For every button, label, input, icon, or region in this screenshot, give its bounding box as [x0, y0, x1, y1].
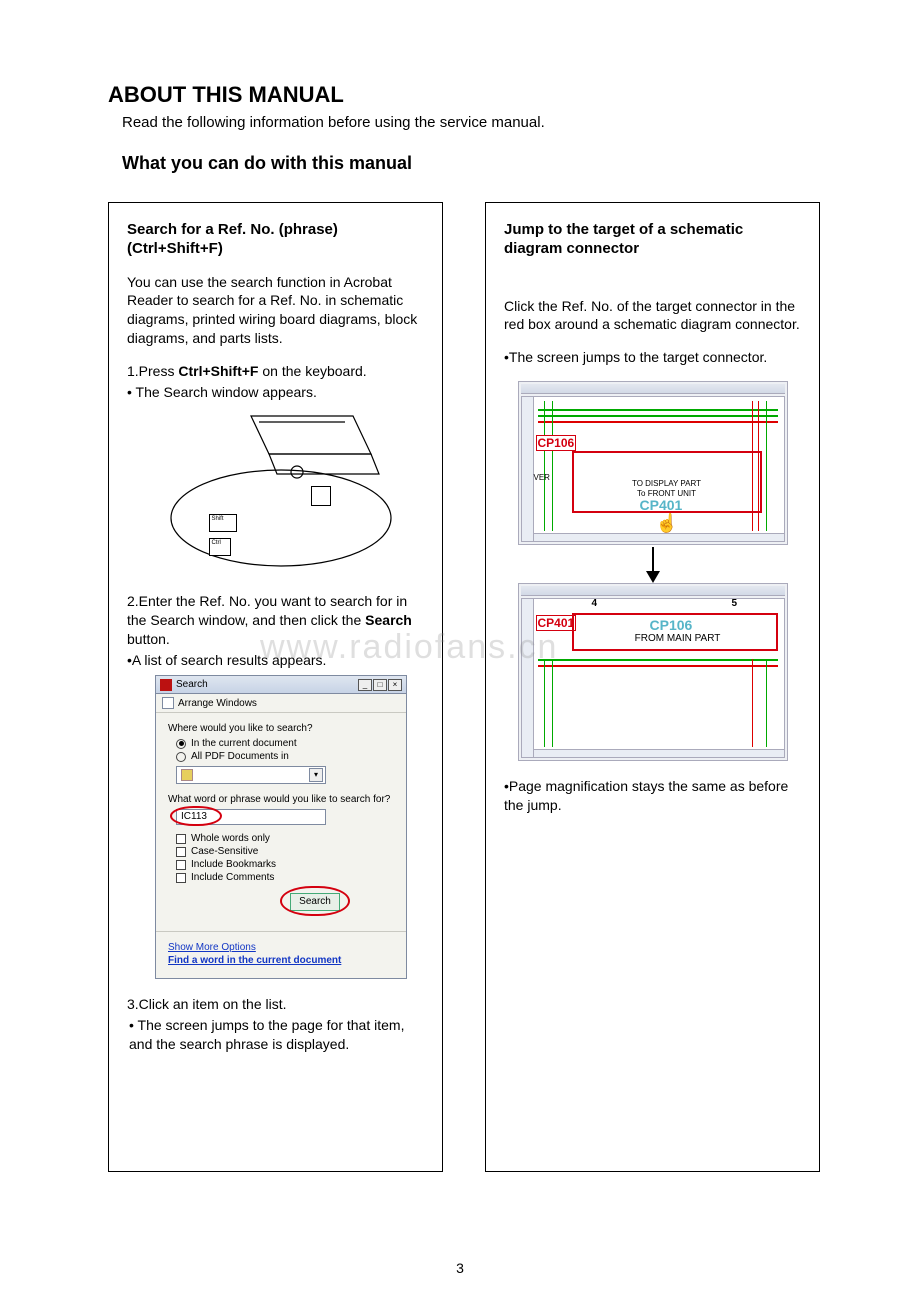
- left-intro-para: You can use the search function in Acrob…: [127, 273, 428, 349]
- arrow-down-icon: [652, 547, 654, 581]
- cp401-link[interactable]: CP401: [640, 497, 683, 513]
- panel-sidebar: [522, 397, 534, 541]
- dialog-title: Search: [176, 679, 208, 690]
- link-find-word[interactable]: Find a word in the current document: [168, 955, 396, 966]
- ruler-5: 5: [732, 598, 738, 609]
- right-para1: Click the Ref. No. of the target connect…: [504, 297, 805, 335]
- step3-bullet: • The screen jumps to the page for that …: [129, 1016, 428, 1054]
- chevron-down-icon: ▾: [309, 768, 323, 782]
- where-question: Where would you like to search?: [168, 723, 396, 734]
- page-number: 3: [0, 1260, 920, 1276]
- search-button[interactable]: Search: [290, 893, 340, 911]
- laptop-illustration: [121, 408, 431, 578]
- right-bullet1: •The screen jumps to the target connecto…: [504, 348, 805, 367]
- schematic-panel-top: CP106 TO DISPLAY PART To FRONT UNIT CP40…: [518, 381, 788, 545]
- key-f: [311, 486, 331, 506]
- arrange-label: Arrange Windows: [178, 698, 257, 709]
- radio-current-label: In the current document: [191, 738, 297, 749]
- step1-bold: Ctrl+Shift+F: [178, 363, 258, 379]
- phrase-question: What word or phrase would you like to se…: [168, 794, 396, 805]
- right-title-line1: Jump to the target of a schematic: [504, 221, 743, 238]
- step-1: 1.Press Ctrl+Shift+F on the keyboard.: [127, 362, 428, 381]
- check-whole-words[interactable]: Whole words only: [176, 833, 396, 844]
- schematic-jump-box: Jump to the target of a schematic diagra…: [485, 202, 820, 1172]
- radio-all-pdfs[interactable]: All PDF Documents in: [176, 751, 396, 762]
- search-phrase-value: IC113: [181, 811, 207, 822]
- check-comments-label: Include Comments: [191, 872, 274, 883]
- left-title-line1: Search for a Ref. No. (phrase): [127, 221, 338, 238]
- arrange-icon: [162, 697, 174, 709]
- window-controls: _ □ ×: [358, 679, 402, 691]
- check-case-label: Case-Sensitive: [191, 846, 258, 857]
- panel-toolbar: [521, 586, 785, 596]
- radio-on-icon: [176, 739, 186, 749]
- intro-text: Read the following information before us…: [122, 114, 820, 131]
- schematic-panel-bottom: 4 5 CP401 CP106 FROM MAIN PART: [518, 583, 788, 761]
- panel-sidebar: [522, 599, 534, 757]
- search-dialog: Search _ □ × Arrange Windows Where would…: [155, 675, 407, 979]
- diag-note1: TO DISPLAY PART: [612, 479, 722, 488]
- hand-cursor-icon: ☝: [656, 513, 678, 534]
- step2-post: button.: [127, 631, 170, 647]
- key-shift: Shift: [209, 514, 237, 532]
- maximize-button[interactable]: □: [373, 679, 387, 691]
- step2-bold: Search: [365, 612, 412, 628]
- check-bookmarks[interactable]: Include Bookmarks: [176, 859, 396, 870]
- radio-all-label: All PDF Documents in: [191, 751, 289, 762]
- check-comments[interactable]: Include Comments: [176, 872, 396, 883]
- ruler-4: 4: [592, 598, 598, 609]
- panel-toolbar: [521, 384, 785, 394]
- figure-schematic-jump: CP106 TO DISPLAY PART To FRONT UNIT CP40…: [518, 381, 788, 761]
- close-button[interactable]: ×: [388, 679, 402, 691]
- diag-from: FROM MAIN PART: [618, 633, 738, 644]
- step1-bullet: • The Search window appears.: [127, 383, 428, 402]
- checkbox-icon: [176, 847, 186, 857]
- schematic-canvas-top: CP106 TO DISPLAY PART To FRONT UNIT CP40…: [521, 396, 785, 542]
- search-instructions-box: Search for a Ref. No. (phrase) (Ctrl+Shi…: [108, 202, 443, 1172]
- dialog-titlebar: Search _ □ ×: [156, 676, 406, 694]
- check-whole-label: Whole words only: [191, 833, 270, 844]
- step1-pre: 1.Press: [127, 363, 178, 379]
- cp401-label: CP401: [536, 615, 577, 631]
- radio-off-icon: [176, 752, 186, 762]
- checkbox-icon: [176, 834, 186, 844]
- pdf-icon: [160, 679, 172, 691]
- section-subtitle: What you can do with this manual: [122, 153, 820, 174]
- figure-laptop-shortcut: Shift Ctrl: [121, 408, 431, 578]
- radio-current-doc[interactable]: In the current document: [176, 738, 396, 749]
- checkbox-icon: [176, 860, 186, 870]
- link-show-more[interactable]: Show More Options: [168, 942, 396, 953]
- two-column-layout: Search for a Ref. No. (phrase) (Ctrl+Shi…: [108, 202, 820, 1172]
- step1-post: on the keyboard.: [258, 363, 366, 379]
- right-box-title: Jump to the target of a schematic diagra…: [504, 221, 801, 259]
- check-case[interactable]: Case-Sensitive: [176, 846, 396, 857]
- ver-label: VER: [534, 473, 550, 482]
- checkbox-icon: [176, 873, 186, 883]
- key-ctrl: Ctrl: [209, 538, 231, 556]
- minimize-button[interactable]: _: [358, 679, 372, 691]
- left-title-line2: (Ctrl+Shift+F): [127, 240, 223, 257]
- check-bookmarks-label: Include Bookmarks: [191, 859, 276, 870]
- cp106-label: CP106: [536, 435, 577, 451]
- step2-bullet: •A list of search results appears.: [127, 651, 428, 670]
- panel-scrollbar-x[interactable]: [534, 749, 784, 757]
- cp106-link[interactable]: CP106: [650, 617, 693, 633]
- schematic-canvas-bottom: 4 5 CP401 CP106 FROM MAIN PART: [521, 598, 785, 758]
- step-3: 3.Click an item on the list.: [127, 995, 428, 1014]
- folder-icon: [181, 769, 193, 781]
- page-title: ABOUT THIS MANUAL: [108, 82, 820, 108]
- right-footer-note: •Page magnification stays the same as be…: [504, 777, 805, 815]
- left-box-title: Search for a Ref. No. (phrase) (Ctrl+Shi…: [127, 221, 424, 259]
- right-title-line2: diagram connector: [504, 240, 639, 257]
- search-phrase-input[interactable]: IC113: [176, 809, 326, 825]
- folder-combo[interactable]: ▾: [176, 766, 326, 784]
- panel-scrollbar-x[interactable]: [534, 533, 784, 541]
- arrange-windows-row[interactable]: Arrange Windows: [156, 694, 406, 713]
- step-2: 2.Enter the Ref. No. you want to search …: [127, 592, 428, 649]
